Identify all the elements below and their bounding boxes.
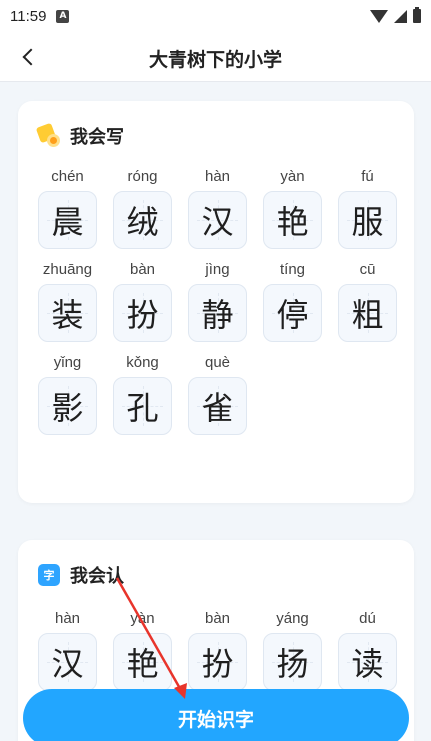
- character-tile[interactable]: 艳: [263, 191, 322, 249]
- character-tile[interactable]: 服: [338, 191, 397, 249]
- status-icons: [370, 7, 421, 23]
- hanzi-character: 汉: [201, 203, 234, 241]
- character-tile[interactable]: 影: [38, 377, 97, 435]
- pinyin-label: cū: [359, 261, 376, 278]
- character-tile[interactable]: 粗: [338, 284, 397, 342]
- character-row: yǐng 影 kǒng 孔 què 雀: [38, 352, 397, 435]
- read-section-title: 我会认: [70, 566, 124, 587]
- status-bar: 11:59 A: [0, 0, 431, 32]
- hanzi-character: 艳: [276, 203, 309, 241]
- character-cell[interactable]: bàn 扮: [188, 608, 247, 691]
- pinyin-label: yàn: [280, 168, 305, 185]
- hanzi-character: 晨: [51, 203, 84, 241]
- hanzi-character: 汉: [51, 645, 84, 683]
- pinyin-label: kǒng: [126, 354, 159, 371]
- character-cell[interactable]: chén 晨: [38, 166, 97, 249]
- app-header: 大青树下的小学: [0, 32, 431, 82]
- character-cell[interactable]: què 雀: [188, 352, 247, 435]
- pinyin-label: yáng: [276, 610, 309, 627]
- pinyin-label: chén: [51, 168, 84, 185]
- hanzi-character: 读: [351, 645, 384, 683]
- hanzi-character: 静: [201, 296, 234, 334]
- write-section-header: 我会写: [35, 122, 124, 149]
- character-tile[interactable]: 扮: [188, 633, 247, 691]
- character-row: zhuāng 装 bàn 扮 jìng 静 tíng 停 cū 粗: [38, 259, 397, 342]
- character-tile[interactable]: 汉: [38, 633, 97, 691]
- character-row: hàn 汉 yàn 艳 bàn 扮 yáng 扬 dú 读: [38, 608, 397, 691]
- character-cell[interactable]: yǐng 影: [38, 352, 97, 435]
- pinyin-label: bàn: [129, 261, 156, 278]
- character-cell[interactable]: yàn 艳: [263, 166, 322, 249]
- character-tile[interactable]: 扮: [113, 284, 172, 342]
- character-tile[interactable]: 停: [263, 284, 322, 342]
- page-title: 大青树下的小学: [148, 49, 282, 71]
- character-cell[interactable]: dú 读: [338, 608, 397, 691]
- hanzi-character: 停: [276, 296, 309, 334]
- character-cell[interactable]: tíng 停: [263, 259, 322, 342]
- read-character-grid: hàn 汉 yàn 艳 bàn 扮 yáng 扬 dú 读: [38, 608, 397, 701]
- pinyin-label: zhuāng: [42, 261, 93, 278]
- hanzi-character: 粗: [351, 296, 384, 334]
- character-tile[interactable]: 孔: [113, 377, 172, 435]
- character-tile[interactable]: 晨: [38, 191, 97, 249]
- wifi-icon: [370, 9, 388, 23]
- status-time: 11:59: [10, 7, 47, 25]
- write-character-grid: chén 晨 róng 绒 hàn 汉 yàn 艳 fú 服 zhuāng 装 bàn 扮 jìng 静 tín…: [38, 166, 397, 445]
- character-cell[interactable]: hàn 汉: [188, 166, 247, 249]
- character-tile[interactable]: 扬: [263, 633, 322, 691]
- character-cell[interactable]: bàn 扮: [113, 259, 172, 342]
- pinyin-label: què: [204, 354, 231, 371]
- hanzi-character: 艳: [126, 645, 159, 683]
- character-cell[interactable]: fú 服: [338, 166, 397, 249]
- character-cell[interactable]: zhuāng 装: [38, 259, 97, 342]
- hanzi-character: 绒: [126, 203, 159, 241]
- write-section-title: 我会写: [70, 127, 124, 148]
- pinyin-label: dú: [359, 610, 376, 627]
- character-cell[interactable]: yáng 扬: [263, 608, 322, 691]
- character-badge-icon: 字: [38, 564, 60, 586]
- pinyin-label: bàn: [204, 610, 231, 627]
- pinyin-label: hàn: [204, 168, 231, 185]
- character-tile[interactable]: 绒: [113, 191, 172, 249]
- hanzi-character: 扮: [201, 645, 234, 683]
- hanzi-character: 扮: [126, 296, 159, 334]
- pencil-badge-icon: [35, 122, 60, 147]
- pinyin-label: fú: [361, 168, 374, 185]
- character-row: chén 晨 róng 绒 hàn 汉 yàn 艳 fú 服: [38, 166, 397, 249]
- signal-icon: [394, 9, 407, 23]
- character-tile[interactable]: 装: [38, 284, 97, 342]
- character-cell[interactable]: yàn 艳: [113, 608, 172, 691]
- write-section-card: 我会写 chén 晨 róng 绒 hàn 汉 yàn 艳 fú 服 zhuāng 装 bàn 扮 jìng…: [18, 101, 414, 503]
- hanzi-character: 雀: [201, 389, 234, 427]
- hanzi-character: 装: [51, 296, 84, 334]
- hanzi-character: 扬: [276, 645, 309, 683]
- app-notification-icon: A: [56, 9, 70, 23]
- hanzi-character: 服: [351, 203, 384, 241]
- character-tile[interactable]: 雀: [188, 377, 247, 435]
- character-tile[interactable]: 读: [338, 633, 397, 691]
- character-cell[interactable]: cū 粗: [338, 259, 397, 342]
- hanzi-character: 影: [51, 389, 84, 427]
- pinyin-label: róng: [127, 168, 158, 185]
- character-tile[interactable]: 艳: [113, 633, 172, 691]
- read-section-header: 字 我会认: [38, 562, 124, 588]
- pinyin-label: jìng: [205, 261, 230, 278]
- battery-icon: [413, 7, 421, 23]
- character-tile[interactable]: 汉: [188, 191, 247, 249]
- pinyin-label: tíng: [279, 261, 306, 278]
- character-tile[interactable]: 静: [188, 284, 247, 342]
- pinyin-label: hàn: [54, 610, 81, 627]
- character-cell[interactable]: jìng 静: [188, 259, 247, 342]
- character-cell[interactable]: hàn 汉: [38, 608, 97, 691]
- hanzi-character: 孔: [126, 389, 159, 427]
- pinyin-label: yàn: [130, 610, 155, 627]
- character-cell[interactable]: róng 绒: [113, 166, 172, 249]
- start-learning-button[interactable]: 开始识字: [23, 689, 409, 741]
- pinyin-label: yǐng: [53, 354, 82, 371]
- character-cell[interactable]: kǒng 孔: [113, 352, 172, 435]
